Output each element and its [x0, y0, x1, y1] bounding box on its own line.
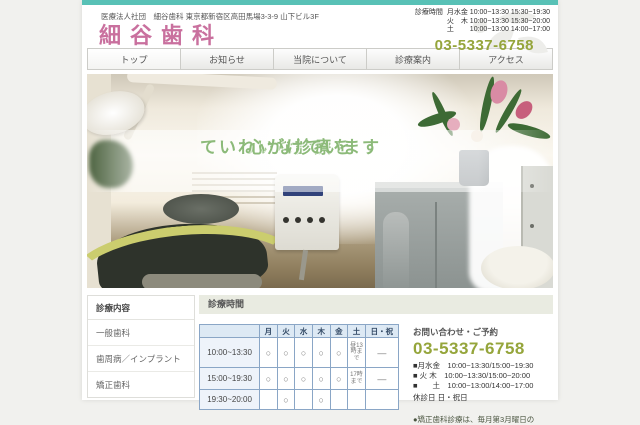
tab-about[interactable]: 当院について	[274, 48, 367, 70]
chair-headrest	[163, 194, 239, 224]
ortho-note: ●矯正歯科診療は、毎月第3月曜日の	[413, 415, 535, 424]
header-phone-number: 03-5337-6758	[434, 36, 534, 54]
hours-line-1: 月水金 10:00~13:30 15:30~19:30	[446, 9, 550, 16]
hero-photo: ていねいな診療を 心がけています	[87, 74, 553, 288]
closed-days: 休診日 日・祝日	[413, 393, 468, 402]
hours-line-3: 土 10:00~13:00 14:00~17:00	[446, 26, 550, 33]
tab-news[interactable]: お知らせ	[181, 48, 274, 70]
contact-title: お問い合わせ・ご予約	[413, 327, 499, 337]
sidebar-item-general[interactable]: 一般歯科	[88, 320, 194, 346]
sidebar-item-ortho[interactable]: 矯正歯科	[88, 372, 194, 397]
table-row: 15:00~19:30 ○ ○ ○ ○ ○ 17時まで —	[198, 367, 400, 390]
service-menu: 診療内容 一般歯科 歯周病／インプラント 矯正歯科	[87, 295, 195, 398]
clinic-hours-table: 月 火 水 木 金 土 日・祝 10:00~13:30 ○ ○ ○ ○ ○ 昼1…	[198, 324, 400, 410]
contact-phone-number: 03-5337-6758	[413, 339, 525, 358]
main-column: 診療時間 月 火 水 木 金 土 日・祝 10:00~13:30 ○ ○ ○ ○…	[198, 295, 553, 424]
col-tue: 火	[276, 324, 296, 338]
col-sat: 土	[347, 324, 366, 338]
table-row: 10:00~13:30 ○ ○ ○ ○ ○ 昼13時まで —	[198, 337, 400, 368]
contact-block: お問い合わせ・ご予約 03-5337-6758 ■月水金 10:00~13:30…	[413, 326, 555, 425]
col-wed: 水	[294, 324, 313, 338]
header-hours-block: 診療時間 月水金 10:00~13:30 15:30~19:30 火 木 10:0…	[415, 9, 550, 54]
col-thu: 木	[311, 324, 331, 338]
table-header-row: 月 火 水 木 金 土 日・祝	[198, 324, 400, 338]
hours-label: 診療時間	[414, 9, 443, 16]
round-table	[481, 246, 553, 288]
page-container: 医療法人社団 細谷歯科 東京都新宿区高田馬場3-3-9 山下ビル3F 細谷歯科 …	[82, 0, 558, 424]
stool	[383, 212, 409, 288]
hours-line-2: 火 木 10:00~13:30 15:30~20:00	[446, 17, 550, 25]
service-menu-title: 診療内容	[88, 296, 194, 320]
header: 医療法人社団 細谷歯科 東京都新宿区高田馬場3-3-9 山下ビル3F 細谷歯科 …	[82, 5, 558, 54]
contact-hours-3: ■ 土 10:00~13:00/14:00~17:00	[413, 381, 534, 390]
col-mon: 月	[259, 324, 278, 338]
col-sun-hol: 日・祝	[364, 324, 400, 338]
contact-hours-1: ■月水金 10:00~13:30/15:00~19:30	[413, 361, 534, 370]
sidebar-item-perio-implant[interactable]: 歯周病／インプラント	[88, 346, 194, 372]
tab-top[interactable]: トップ	[87, 48, 181, 70]
contact-hours-2: ■ 火 木 10:00~13:30/15:00~20:00	[413, 371, 531, 380]
section-title-hours: 診療時間	[199, 295, 553, 314]
col-fri: 金	[329, 324, 349, 338]
